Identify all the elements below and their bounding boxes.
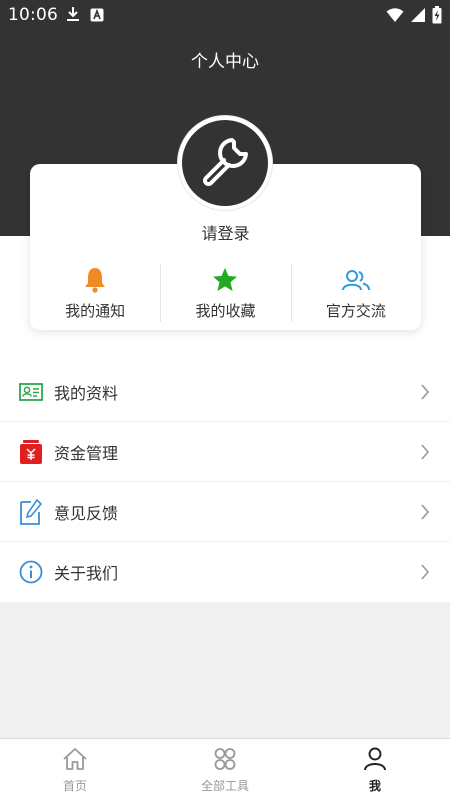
chevron-right-icon [420, 504, 430, 524]
menu-item-profile[interactable]: 我的资料 [0, 362, 450, 422]
a-notification-icon [90, 7, 104, 26]
menu-label: 关于我们 [54, 564, 119, 583]
star-icon [212, 266, 238, 294]
edit-icon [18, 498, 44, 526]
tab-label: 我 [368, 779, 381, 793]
menu-label: 意见反馈 [54, 503, 119, 523]
signal-icon [410, 7, 426, 27]
menu-list: 我的资料 资金管理 意见反馈 关于我们 [0, 362, 450, 602]
status-time: 10:06 [8, 5, 58, 25]
tab-home[interactable]: 首页 [0, 739, 150, 800]
battery-charging-icon [432, 6, 442, 28]
tab-all-tools[interactable]: 全部工具 [150, 739, 300, 800]
shortcut-notifications[interactable]: 我的通知 [30, 262, 160, 324]
shortcut-official-group[interactable]: 官方交流 [290, 262, 421, 324]
menu-label: 我的资料 [54, 383, 119, 403]
download-icon [66, 6, 80, 26]
menu-item-funds[interactable]: 资金管理 [0, 422, 450, 482]
id-card-icon [18, 378, 44, 406]
wrench-icon [196, 132, 254, 194]
chevron-right-icon [420, 444, 430, 464]
login-button[interactable]: 请登录 [30, 220, 421, 244]
shortcut-label: 我的收藏 [195, 302, 256, 320]
status-left-icons [66, 6, 104, 26]
bottom-tab-bar: 首页 全部工具 我 [0, 738, 450, 800]
user-icon [362, 747, 388, 775]
menu-item-about[interactable]: 关于我们 [0, 542, 450, 602]
page-title: 个人中心 [191, 52, 259, 72]
status-bar: 10:06 [0, 0, 450, 32]
chevron-right-icon [420, 384, 430, 404]
bell-icon [84, 266, 106, 294]
group-icon [341, 266, 371, 294]
shortcut-favorites[interactable]: 我的收藏 [160, 262, 290, 324]
shortcut-label: 我的通知 [65, 302, 126, 320]
tab-label: 全部工具 [200, 779, 249, 793]
yuan-money-icon [18, 438, 44, 466]
tab-label: 首页 [62, 779, 87, 793]
status-right-icons [386, 6, 442, 28]
info-icon [18, 558, 44, 586]
home-icon [62, 747, 88, 775]
wifi-icon [386, 7, 404, 27]
shortcut-label: 官方交流 [325, 302, 386, 320]
tab-me[interactable]: 我 [300, 739, 450, 800]
shortcut-row: 我的通知 我的收藏 官方交流 [30, 262, 421, 324]
avatar[interactable] [178, 116, 272, 210]
chevron-right-icon [420, 564, 430, 584]
menu-item-feedback[interactable]: 意见反馈 [0, 482, 450, 542]
apps-icon [212, 747, 238, 775]
menu-label: 资金管理 [54, 443, 119, 463]
